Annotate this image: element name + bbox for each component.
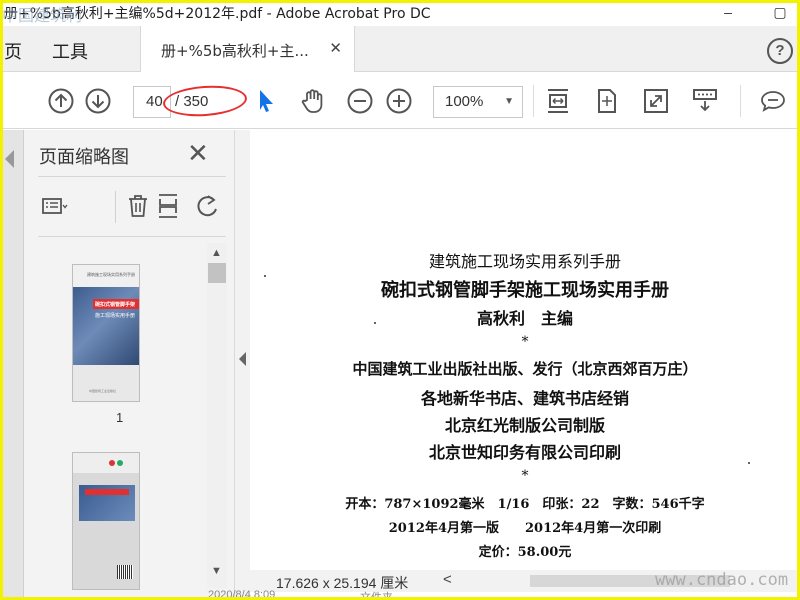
fit-width-icon[interactable] [544,87,572,115]
title-bar: 册+%5b高秋利+主编%5d+2012年.pdf - Adobe Acrobat… [0,0,800,26]
background-date: 2020/8/4 8:09 [208,589,276,600]
printer-line: 北京世知印务有限公司印刷 [428,443,621,462]
page-up-icon[interactable] [47,87,75,115]
document-tab-label: 册+%5b高秋利+主... [161,42,309,60]
zoom-out-icon[interactable] [346,87,374,115]
cover-subtitle-text: 施工现场实用手册 [95,313,136,319]
page-thumbnail-2[interactable] [72,452,140,590]
panel-splitter[interactable] [234,130,250,600]
document-page: 建筑施工现场实用系列手册 碗扣式钢管脚手架施工现场实用手册 高秋利 主编 * 中… [250,130,800,600]
thumbnail-page-number: 1 [116,410,124,425]
thumbnail-header-text: 建筑施工现场实用系列手册 [87,272,135,277]
panel-divider [38,176,226,177]
help-icon[interactable]: ? [767,38,793,64]
collapse-panel-icon[interactable] [5,150,14,168]
panel-divider [38,236,226,237]
edition-line: 2012年4月第一版 2012年4月第一次印刷 [388,521,662,536]
panel-title: 页面缩略图 [39,147,129,168]
thumbnail-header: 建筑施工现场实用系列手册 [73,265,139,287]
back-cover-body [73,473,139,589]
minimize-button[interactable]: – [718,1,738,23]
thumbnail-scrollbar[interactable]: ▲ ▼ [207,243,227,588]
comment-icon[interactable] [759,87,787,115]
select-cursor-icon[interactable] [252,87,280,115]
cover-footer: 中国建筑工业出版社 [73,365,139,401]
back-cover-logo [73,453,139,473]
editor-line: 高秋利 主编 [476,309,573,328]
page-thumbnail-1[interactable]: 建筑施工现场实用系列手册 碗扣式钢管脚手架 施工现场实用手册 中国建筑工业出版社 [72,264,140,402]
cover-title-text: 碗扣式钢管脚手架 [95,302,136,308]
series-title: 建筑施工现场实用系列手册 [428,252,621,271]
insert-page-icon[interactable] [154,192,182,220]
overlay-watermark: 中国建筑利 [2,6,83,25]
fit-page-icon[interactable] [593,87,621,115]
delete-page-icon[interactable] [124,192,152,220]
menu-home[interactable]: 页 [4,38,22,64]
thumbnail-panel: 页面缩略图 ✕ 建筑施工现场实用系列手册 碗扣式钢管脚手架 施工现场实用手册 中… [24,130,234,600]
collapse-thumbnails-icon[interactable] [239,352,246,366]
cover-publisher: 中国建筑工业出版社 [89,389,117,393]
scroll-down-icon[interactable]: ▼ [211,565,222,577]
separator-star: * [521,468,529,484]
main-toolbar: 40 / 350 100% ▼ [0,73,800,129]
close-panel-icon[interactable]: ✕ [187,138,209,169]
zoom-in-icon[interactable] [385,87,413,115]
distributor-line: 各地新华书店、建筑书店经销 [420,389,629,408]
document-tab[interactable]: 册+%5b高秋利+主... ✕ [140,26,355,72]
scroll-left-icon[interactable]: < [443,571,452,588]
maximize-button[interactable]: ▢ [770,1,790,23]
logo-mark [109,460,115,466]
close-tab-icon[interactable]: ✕ [329,39,342,57]
thumbnail-options-icon[interactable] [40,192,68,220]
zoom-value: 100% [445,93,484,110]
chevron-down-icon: ▼ [504,96,514,107]
left-nav-strip [0,130,24,600]
price-line: 定价：58.00元 [478,545,572,560]
barcode [117,565,133,579]
toolbar-divider [533,85,534,117]
separator-star: * [521,334,529,350]
format-line: 开本：787×1092毫米 1/16 印张：22 字数：546千字 [345,497,705,512]
back-cover-band [85,489,129,495]
read-mode-icon[interactable] [691,87,719,115]
page-down-icon[interactable] [84,87,112,115]
menu-bar: 页 工具 册+%5b高秋利+主... ✕ ? [0,26,800,72]
book-title: 碗扣式钢管脚手架施工现场实用手册 [381,280,669,301]
scroll-thumb[interactable] [208,263,226,283]
plate-maker-line: 北京红光制版公司制版 [444,416,605,435]
rotate-page-icon[interactable] [194,192,222,220]
toolbar-divider [740,85,741,117]
logo-mark [117,460,123,466]
publisher-line: 中国建筑工业出版社出版、发行（北京西郊百万庄） [352,360,698,378]
full-screen-icon[interactable] [642,87,670,115]
zoom-select[interactable]: 100% ▼ [433,86,523,118]
hand-tool-icon[interactable] [299,87,327,115]
scroll-up-icon[interactable]: ▲ [211,247,222,259]
red-annotation-ellipse [162,83,248,119]
menu-tools[interactable]: 工具 [52,38,88,64]
background-type: 文件夹 [360,592,393,600]
panel-toolbar-divider [115,191,116,223]
site-watermark: www.cndao.com [655,570,789,590]
